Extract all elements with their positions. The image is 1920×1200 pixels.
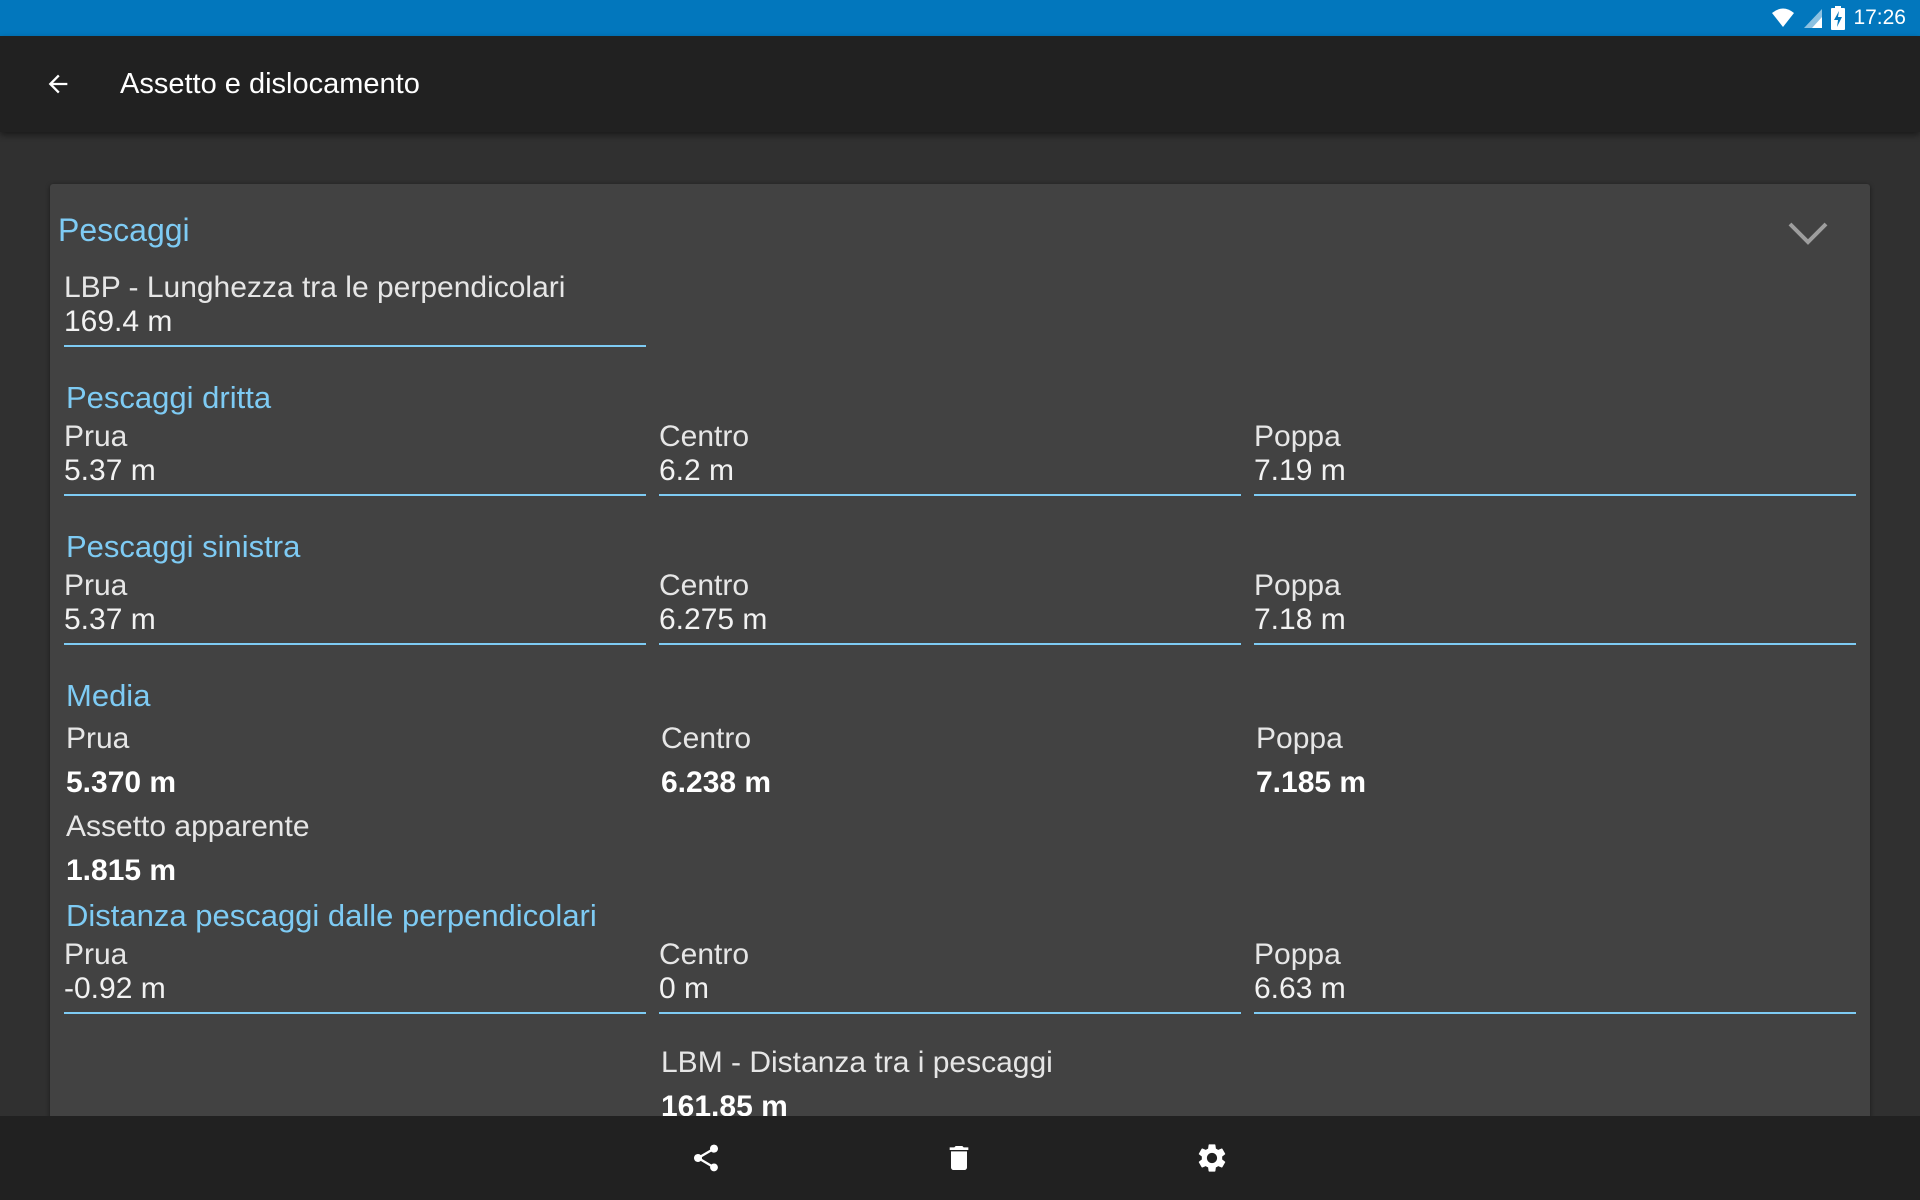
starboard-stern-label: Poppa: [1254, 420, 1341, 453]
mean-mid-value: 6.238 m: [661, 766, 772, 799]
lbp-input[interactable]: 169.4 m: [64, 301, 646, 347]
starboard-bow-input[interactable]: 5.37 m: [64, 450, 646, 496]
status-bar: 17:26: [0, 0, 1920, 36]
port-bow-input[interactable]: 5.37 m: [64, 599, 646, 645]
mean-bow-value: 5.370 m: [66, 766, 177, 799]
collapse-toggle[interactable]: [1786, 212, 1830, 256]
distance-mid-label: Centro: [659, 938, 750, 971]
distance-bow-label: Prua: [64, 938, 128, 971]
clock: 17:26: [1853, 6, 1906, 29]
settings-button[interactable]: [1188, 1134, 1236, 1182]
arrow-back-icon: [48, 74, 68, 94]
battery-charging-icon: [1831, 6, 1846, 30]
starboard-mid-value: 6.2 m: [659, 454, 735, 487]
wifi-icon: [1772, 8, 1795, 27]
mean-bow-label: Prua: [66, 722, 130, 755]
port-bow-value: 5.37 m: [64, 603, 156, 636]
delete-icon: [949, 1146, 969, 1170]
distance-section-title: Distanza pescaggi dalle perpendicolari: [66, 898, 597, 933]
page-title: Assetto e dislocamento: [120, 68, 420, 100]
starboard-stern-input[interactable]: 7.19 m: [1254, 450, 1856, 496]
port-stern-label: Poppa: [1254, 569, 1341, 602]
chevron-down-icon: [1788, 222, 1828, 245]
distance-stern-input[interactable]: 6.63 m: [1254, 968, 1856, 1014]
starboard-mid-label: Centro: [659, 420, 750, 453]
drafts-card: Pescaggi LBP - Lunghezza tra le perpendi…: [50, 184, 1870, 1184]
distance-stern-value: 6.63 m: [1254, 972, 1346, 1005]
lbm-label: LBM - Distanza tra i pescaggi: [661, 1046, 1053, 1079]
back-button[interactable]: [34, 60, 82, 108]
distance-mid-value: 0 m: [659, 972, 710, 1005]
settings-icon: [1198, 1144, 1226, 1172]
delete-button[interactable]: [935, 1134, 983, 1182]
trim-value: 1.815 m: [66, 854, 177, 887]
distance-bow-value: -0.92 m: [64, 972, 166, 1005]
starboard-section-title: Pescaggi dritta: [66, 380, 272, 415]
mean-stern-label: Poppa: [1256, 722, 1343, 755]
port-section-title: Pescaggi sinistra: [66, 529, 301, 564]
card-title: Pescaggi: [58, 212, 190, 248]
mean-mid-label: Centro: [661, 722, 752, 755]
lbp-value: 169.4 m: [64, 305, 173, 338]
port-mid-input[interactable]: 6.275 m: [659, 599, 1241, 645]
distance-mid-input[interactable]: 0 m: [659, 968, 1241, 1014]
port-mid-label: Centro: [659, 569, 750, 602]
bottom-action-bar: [0, 1116, 1920, 1200]
share-icon: [694, 1144, 718, 1172]
port-stern-input[interactable]: 7.18 m: [1254, 599, 1856, 645]
trim-label: Assetto apparente: [66, 810, 310, 843]
lbp-label: LBP - Lunghezza tra le perpendicolari: [64, 271, 566, 304]
port-mid-value: 6.275 m: [659, 603, 768, 636]
starboard-stern-value: 7.19 m: [1254, 454, 1346, 487]
mean-section-title: Media: [66, 678, 151, 713]
starboard-mid-input[interactable]: 6.2 m: [659, 450, 1241, 496]
starboard-bow-value: 5.37 m: [64, 454, 156, 487]
signal-icon: [1804, 9, 1823, 28]
mean-stern-value: 7.185 m: [1256, 766, 1367, 799]
status-icons: 17:26: [1771, 0, 1906, 36]
port-stern-value: 7.18 m: [1254, 603, 1346, 636]
share-button[interactable]: [682, 1134, 730, 1182]
starboard-bow-label: Prua: [64, 420, 128, 453]
distance-bow-input[interactable]: -0.92 m: [64, 968, 646, 1014]
distance-stern-label: Poppa: [1254, 938, 1341, 971]
port-bow-label: Prua: [64, 569, 128, 602]
app-bar: Assetto e dislocamento: [0, 36, 1920, 132]
